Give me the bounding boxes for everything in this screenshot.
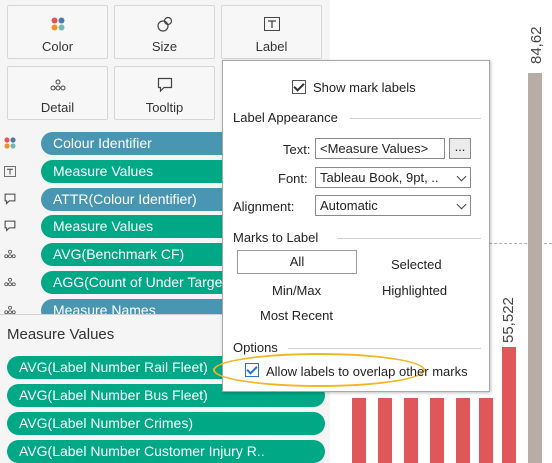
font-dropdown-value: Tableau Book, 9pt, ..: [320, 170, 439, 185]
marks-option-selected[interactable]: Selected: [391, 257, 442, 272]
text-field-label: Text:: [283, 142, 311, 157]
color-dots-icon: [8, 16, 107, 32]
show-mark-labels-checkbox[interactable]: [292, 80, 306, 94]
bar[interactable]: [479, 398, 493, 463]
label-popup: Show mark labels Label Appearance Text: …: [213, 60, 490, 392]
detail-dots-icon: [2, 246, 18, 262]
chevron-down-icon: [456, 199, 467, 210]
section-divider: [350, 118, 481, 119]
speech-bubble-icon: [2, 191, 18, 207]
bar[interactable]: [528, 73, 542, 463]
speech-bubble-icon: [2, 218, 18, 234]
ellipsis-button[interactable]: ...: [449, 138, 471, 159]
measure-value-pill[interactable]: AVG(Label Number Customer Injury R..: [7, 440, 325, 463]
detail-dots-icon: [8, 77, 107, 93]
bar[interactable]: [404, 398, 418, 463]
show-mark-labels-label: Show mark labels: [313, 80, 416, 95]
marks-option-min-max[interactable]: Min/Max: [272, 283, 321, 298]
alignment-dropdown[interactable]: Automatic: [315, 195, 471, 216]
size-circles-icon: [115, 16, 214, 32]
color-button-label: Color: [41, 39, 74, 54]
detail-dots-icon: [2, 274, 18, 290]
color-button[interactable]: Color: [7, 5, 108, 59]
font-dropdown[interactable]: Tableau Book, 9pt, ..: [315, 167, 471, 188]
bar[interactable]: [352, 398, 366, 463]
tooltip-button[interactable]: Tooltip: [114, 66, 215, 120]
bar[interactable]: [430, 398, 444, 463]
options-heading: Options: [233, 340, 278, 355]
font-field-label: Font:: [278, 171, 308, 186]
measure-values-title: Measure Values: [7, 326, 115, 343]
text-field[interactable]: <Measure Values>: [315, 138, 445, 159]
detail-dots-icon: [2, 302, 18, 314]
bar[interactable]: [378, 398, 392, 463]
measure-value-pill[interactable]: AVG(Label Number Crimes): [7, 412, 325, 435]
marks-option-all[interactable]: All: [237, 250, 357, 274]
marks-option-most-recent[interactable]: Most Recent: [260, 308, 333, 323]
marks-to-label-heading: Marks to Label: [233, 230, 319, 245]
alignment-dropdown-value: Automatic: [320, 198, 378, 213]
section-divider: [337, 238, 481, 239]
speech-bubble-icon: [115, 77, 214, 93]
label-button-label: Label: [255, 39, 288, 54]
text-label-icon: [2, 163, 18, 179]
chevron-down-icon: [456, 171, 467, 182]
allow-overlap-label: Allow labels to overlap other marks: [266, 364, 468, 379]
label-appearance-heading: Label Appearance: [233, 110, 338, 125]
bar[interactable]: [502, 347, 516, 463]
alignment-field-label: Alignment:: [233, 199, 295, 214]
marks-option-highlighted[interactable]: Highlighted: [382, 283, 447, 298]
allow-overlap-checkbox[interactable]: [245, 363, 259, 377]
text-label-icon: [222, 16, 321, 32]
bar-value-label: 84,62: [528, 26, 545, 64]
label-button[interactable]: Label: [221, 5, 322, 59]
tooltip-button-label: Tooltip: [145, 100, 184, 115]
size-button-label: Size: [151, 39, 178, 54]
size-button[interactable]: Size: [114, 5, 215, 59]
section-divider: [288, 348, 481, 349]
bar-value-label: 55,522: [500, 297, 517, 343]
bar[interactable]: [456, 398, 470, 463]
detail-button-label: Detail: [40, 100, 75, 115]
detail-button[interactable]: Detail: [7, 66, 108, 120]
color-dots-icon: [2, 135, 18, 151]
